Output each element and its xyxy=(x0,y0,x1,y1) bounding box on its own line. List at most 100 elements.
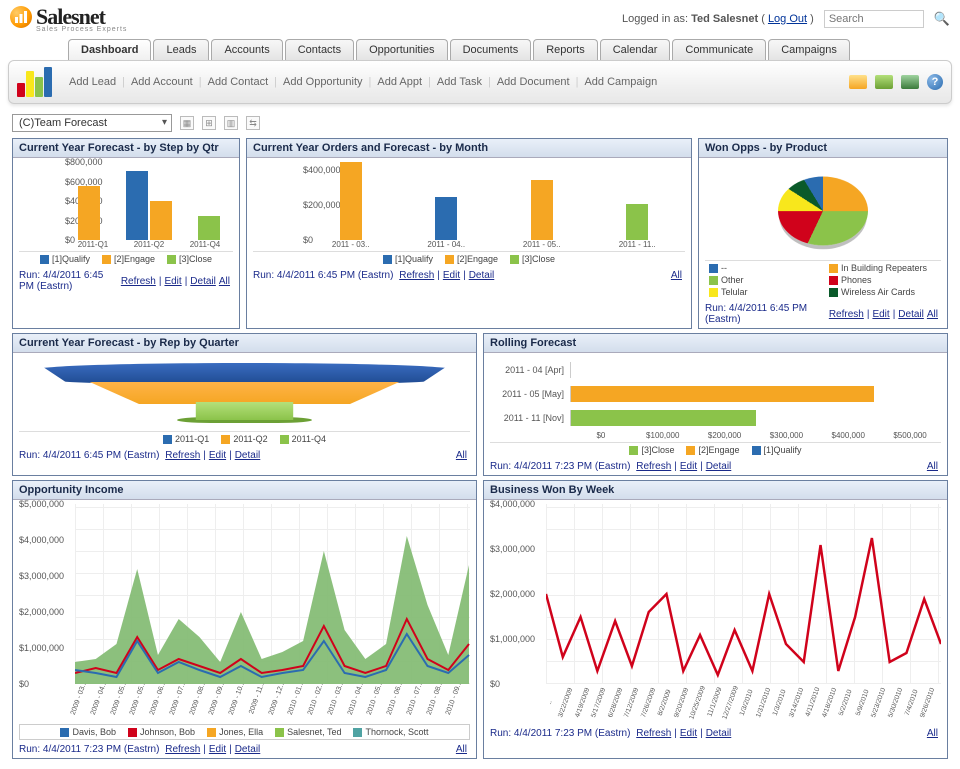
action-add-account[interactable]: Add Account xyxy=(131,76,193,88)
tab-leads[interactable]: Leads xyxy=(153,39,209,60)
action-add-campaign[interactable]: Add Campaign xyxy=(584,76,657,88)
refresh-link[interactable]: Refresh xyxy=(121,276,156,287)
tab-accounts[interactable]: Accounts xyxy=(211,39,282,60)
folder-icon[interactable] xyxy=(849,75,867,89)
legend-swatch-icon xyxy=(629,446,638,455)
action-add-contact[interactable]: Add Contact xyxy=(208,76,269,88)
edit-link[interactable]: Edit xyxy=(680,728,697,739)
panel-orders-forecast-month: Current Year Orders and Forecast - by Mo… xyxy=(246,138,692,329)
detail-link[interactable]: Detail xyxy=(469,270,495,281)
chart-area: $5,000,000 $4,000,000 $3,000,000 $2,000,… xyxy=(13,500,476,742)
detail-link[interactable]: Detail xyxy=(190,276,216,287)
legend-swatch-icon xyxy=(102,255,111,264)
logout-link[interactable]: Log Out xyxy=(768,13,807,25)
layout-add-icon[interactable]: ⊞ xyxy=(202,116,216,130)
panel-footer: Run: 4/4/2011 7:23 PM (Eastrn) Refresh|E… xyxy=(13,742,476,758)
layout-grid-icon[interactable]: ▦ xyxy=(180,116,194,130)
edit-link[interactable]: Edit xyxy=(872,309,889,320)
legend-swatch-icon xyxy=(167,255,176,264)
panel-title: Current Year Forecast - by Rep by Quarte… xyxy=(13,334,476,353)
legend-swatch-icon xyxy=(829,288,838,297)
refresh-link[interactable]: Refresh xyxy=(165,450,200,461)
brand-logo: Salesnet Sales Process Experts xyxy=(10,4,127,33)
legend-item: Thornock, Scott xyxy=(353,727,428,737)
detail-link[interactable]: Detail xyxy=(235,450,261,461)
legend-item: Wireless Air Cards xyxy=(829,287,937,297)
action-add-task[interactable]: Add Task xyxy=(437,76,482,88)
layout-link-icon[interactable]: ⇆ xyxy=(246,116,260,130)
panel-title: Won Opps - by Product xyxy=(699,139,947,158)
all-link[interactable]: All xyxy=(456,450,467,461)
detail-link[interactable]: Detail xyxy=(706,461,732,472)
app-header: Salesnet Sales Process Experts Logged in… xyxy=(0,0,960,35)
detail-link[interactable]: Detail xyxy=(235,744,261,755)
legend-swatch-icon xyxy=(709,276,718,285)
legend-swatch-icon xyxy=(709,264,718,273)
all-link[interactable]: All xyxy=(927,461,938,472)
refresh-link[interactable]: Refresh xyxy=(636,728,671,739)
panel-footer: Run: 4/4/2011 6:45 PM (Eastrn) Refresh|E… xyxy=(247,268,691,284)
chart-area: 2011-Q12011-Q22011-Q4 xyxy=(13,353,476,448)
legend-item: [2]Engage xyxy=(102,254,155,264)
edit-link[interactable]: Edit xyxy=(443,270,460,281)
legend-item: [2]Engage xyxy=(686,445,739,455)
edit-link[interactable]: Edit xyxy=(209,450,226,461)
legend-swatch-icon xyxy=(829,264,838,273)
panel-title: Current Year Forecast - by Step by Qtr xyxy=(13,139,239,158)
legend-swatch-icon xyxy=(383,255,392,264)
mail-icon[interactable] xyxy=(875,75,893,89)
all-link[interactable]: All xyxy=(456,744,467,755)
panel-opportunity-income: Opportunity Income $5,000,000 $4,000,000… xyxy=(12,480,477,759)
edit-link[interactable]: Edit xyxy=(164,276,181,287)
all-link[interactable]: All xyxy=(671,270,682,281)
legend-item: 2011-Q2 xyxy=(221,434,267,444)
action-add-appt[interactable]: Add Appt xyxy=(377,76,422,88)
money-icon[interactable] xyxy=(901,75,919,89)
help-icon[interactable]: ? xyxy=(927,74,943,90)
detail-link[interactable]: Detail xyxy=(898,309,924,320)
layout-cols-icon[interactable]: ▥ xyxy=(224,116,238,130)
tab-campaigns[interactable]: Campaigns xyxy=(768,39,850,60)
header-right: Logged in as: Ted Salesnet ( Log Out ) 🔍 xyxy=(622,10,950,28)
edit-link[interactable]: Edit xyxy=(209,744,226,755)
chart-area: $800,000 $600,000 $400,000 $200,000 $0 2… xyxy=(13,158,239,268)
legend-item: Phones xyxy=(829,275,937,285)
action-add-document[interactable]: Add Document xyxy=(497,76,570,88)
pie-chart xyxy=(778,177,868,246)
panel-title: Rolling Forecast xyxy=(484,334,947,353)
tab-contacts[interactable]: Contacts xyxy=(285,39,354,60)
detail-link[interactable]: Detail xyxy=(706,728,732,739)
legend-swatch-icon xyxy=(709,288,718,297)
action-add-lead[interactable]: Add Lead xyxy=(69,76,116,88)
refresh-link[interactable]: Refresh xyxy=(399,270,434,281)
edit-link[interactable]: Edit xyxy=(680,461,697,472)
panel-title: Opportunity Income xyxy=(13,481,476,500)
legend-swatch-icon xyxy=(280,435,289,444)
tab-dashboard[interactable]: Dashboard xyxy=(68,39,151,60)
legend-swatch-icon xyxy=(353,728,362,737)
tab-documents[interactable]: Documents xyxy=(450,39,532,60)
brand-badge-icon xyxy=(10,6,32,28)
refresh-link[interactable]: Refresh xyxy=(165,744,200,755)
all-link[interactable]: All xyxy=(927,309,938,320)
search-input[interactable] xyxy=(824,10,924,28)
line-chart xyxy=(546,504,941,684)
refresh-link[interactable]: Refresh xyxy=(829,309,864,320)
tab-reports[interactable]: Reports xyxy=(533,39,598,60)
legend-item: 2011-Q4 xyxy=(280,434,326,444)
legend-swatch-icon xyxy=(128,728,137,737)
all-link[interactable]: All xyxy=(219,276,230,287)
legend-item: [1]Qualify xyxy=(752,445,802,455)
tab-calendar[interactable]: Calendar xyxy=(600,39,671,60)
funnel-chart xyxy=(19,357,470,429)
search-icon[interactable]: 🔍 xyxy=(934,11,950,27)
tab-communicate[interactable]: Communicate xyxy=(672,39,766,60)
area-chart xyxy=(75,504,470,684)
all-link[interactable]: All xyxy=(927,728,938,739)
panel-title: Business Won By Week xyxy=(484,481,947,500)
refresh-link[interactable]: Refresh xyxy=(636,461,671,472)
tab-opportunities[interactable]: Opportunities xyxy=(356,39,447,60)
legend-swatch-icon xyxy=(275,728,284,737)
view-selector[interactable]: (C)Team Forecast xyxy=(12,114,172,132)
action-add-opportunity[interactable]: Add Opportunity xyxy=(283,76,363,88)
